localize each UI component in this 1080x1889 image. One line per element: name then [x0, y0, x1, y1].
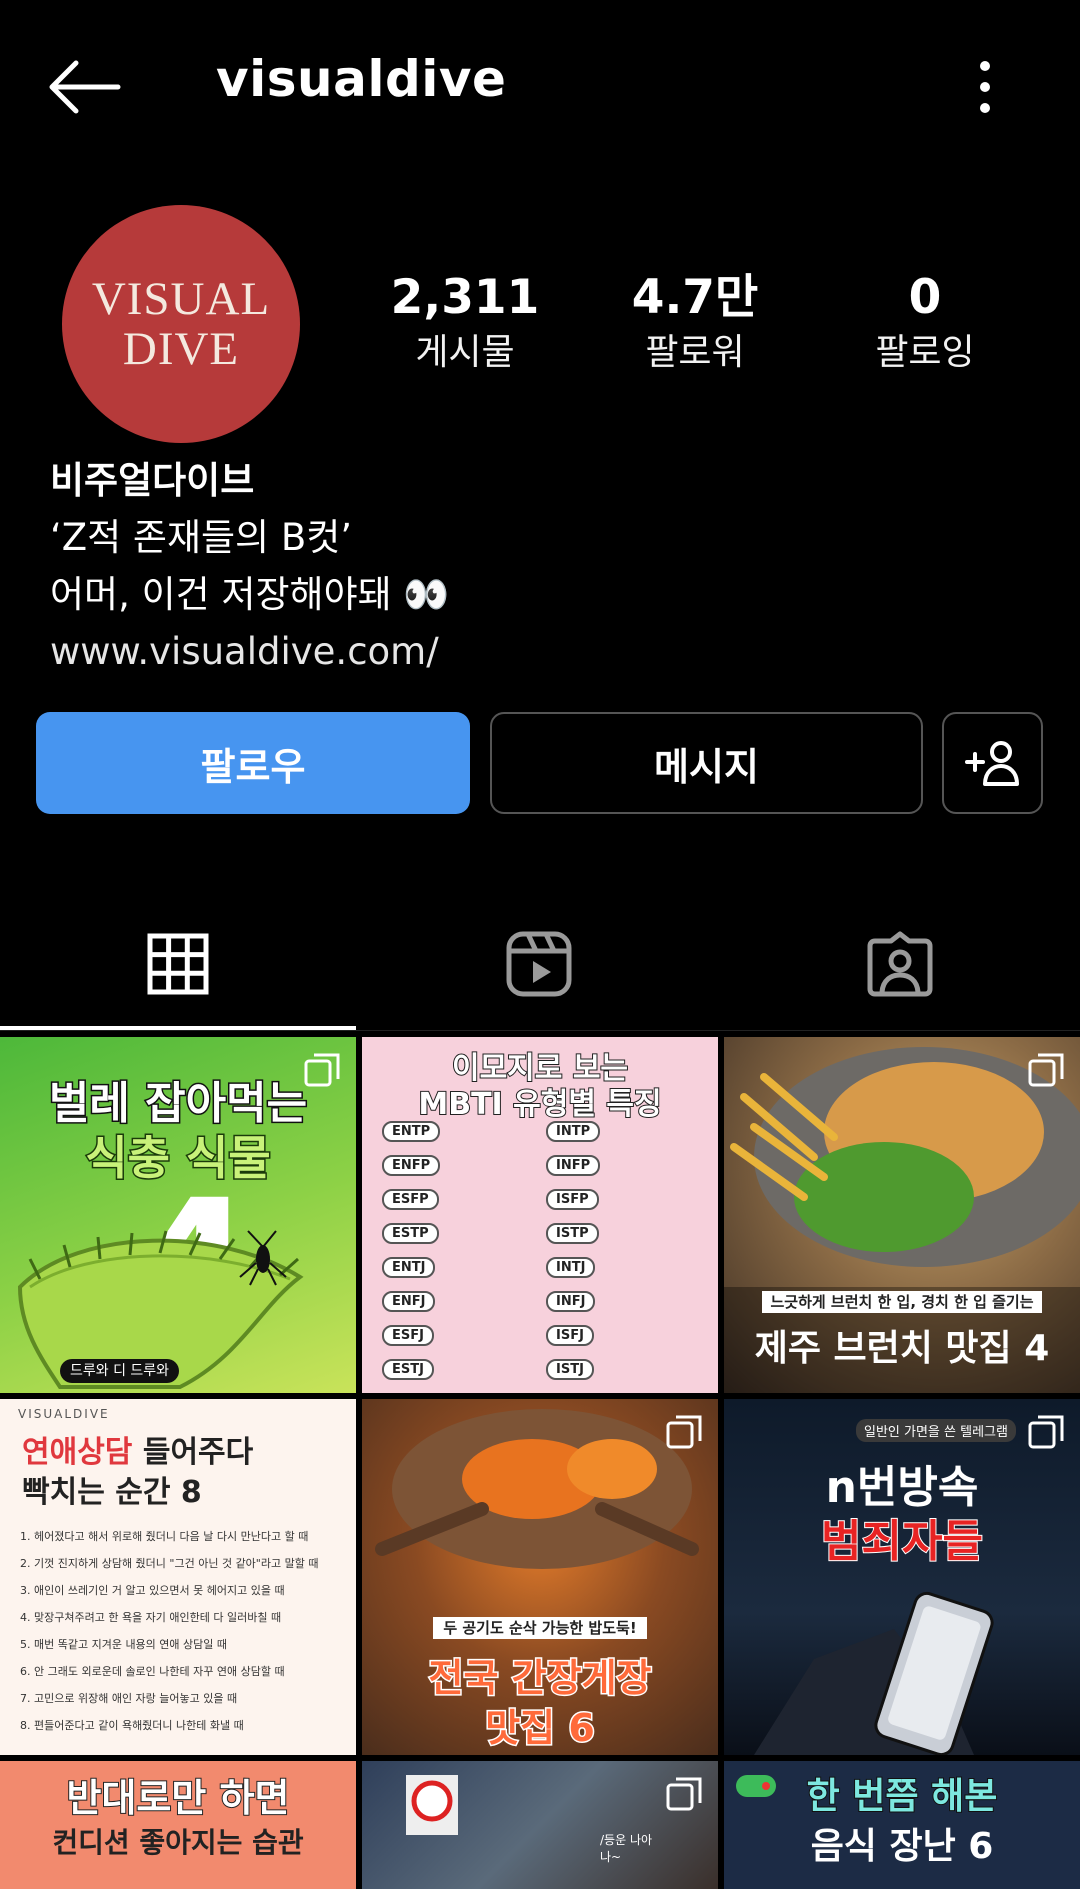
avatar-logo-line-2: DIVE	[122, 323, 240, 375]
post-tile-3[interactable]: 느긋하게 브런치 한 입, 경치 한 입 즐기는 제주 브런치 맛집 4	[724, 1037, 1080, 1393]
bio-line-1: ‘Z적 존재들의 B컷’	[50, 516, 353, 559]
post-1-tag: 드루와 디 드루와	[60, 1359, 180, 1383]
mbti-list-left: ENTP ENFP ESFP ESTP ENTJ ENFJ ESFJ ESTJ	[382, 1121, 542, 1393]
post-tile-9[interactable]: 한 번쯤 해본 음식 장난 6	[724, 1761, 1080, 1889]
list-item: 3. 애인이 쓰레기인 거 알고 있으면서 못 헤어지고 있을 때	[20, 1584, 285, 1597]
post-tile-2[interactable]: 이모지로 보는 MBTI 유형별 특징 ENTP ENFP ESFP ESTP …	[362, 1037, 718, 1393]
post-3-title: 제주 브런치 맛집 4	[754, 1328, 1050, 1369]
post-7-title-line-2: 컨디션 좋아지는 습관	[52, 1826, 304, 1859]
post-tile-1[interactable]: 벌레 잡아먹는 식충 식물 4 드루와 디 드루와	[0, 1037, 356, 1393]
tagged-person-icon	[867, 931, 933, 997]
post-tile-5[interactable]: 두 공기도 순삭 가능한 밥도둑! 전국 간장게장 맛집 6	[362, 1399, 718, 1755]
post-9-title-line-2: 음식 장난 6	[810, 1826, 994, 1867]
mbti-type: ENTP	[382, 1121, 542, 1155]
bio-display-name: 비주얼다이브	[50, 459, 255, 502]
bio-line-2: 어머, 이건 저장해야돼 👀	[50, 573, 450, 616]
mbti-type: ESTP	[382, 1223, 542, 1257]
mbti-type: ISTP	[546, 1223, 706, 1257]
post-5-subtitle: 두 공기도 순삭 가능한 밥도둑!	[362, 1617, 718, 1639]
mbti-type: ENFJ	[382, 1291, 542, 1325]
reels-icon	[506, 931, 572, 997]
followers-label: 팔로워	[645, 332, 745, 373]
post-5-title-line-2: 맛집 6	[484, 1705, 597, 1752]
mosquito-illustration	[239, 1230, 287, 1286]
post-5-title-line-1: 전국 간장게장	[427, 1655, 653, 1702]
avatar-logo-line-1: VISUAL	[91, 273, 271, 325]
post-4-title-line-2: 빡치는 순간 8	[22, 1475, 202, 1510]
profile-username: visualdive	[216, 50, 507, 108]
back-button[interactable]	[40, 52, 130, 122]
carousel-icon	[1028, 1053, 1064, 1087]
mbti-type: INTP	[546, 1121, 706, 1155]
mbti-type: INFJ	[546, 1291, 706, 1325]
post-3-subtitle: 느긋하게 브런치 한 입, 경치 한 입 즐기는	[724, 1291, 1080, 1313]
mbti-type: ENFP	[382, 1155, 542, 1189]
mbti-type: ISFJ	[546, 1325, 706, 1359]
list-item: 6. 안 그래도 외로운데 솔로인 나한테 자꾸 연애 상담할 때	[20, 1665, 285, 1678]
follow-button[interactable]: 팔로우	[36, 712, 470, 814]
stat-posts[interactable]: 2,311 게시물	[365, 268, 565, 378]
post-6-title-line-2: 범죄자들	[820, 1515, 984, 1568]
suggested-users-button[interactable]	[942, 712, 1043, 814]
more-options-button[interactable]	[960, 52, 1010, 122]
post-4-title-line-1: 연애상담 들어주다	[22, 1435, 254, 1470]
stat-followers[interactable]: 4.7만 팔로워	[595, 268, 795, 378]
top-bar: visualdive	[0, 0, 1080, 170]
post-tile-8[interactable]: /등운 나아 나~	[362, 1761, 718, 1889]
following-count: 0	[908, 270, 942, 325]
grid-icon	[147, 933, 209, 995]
post-6-subtitle: 일반인 가면을 쓴 텔레그램	[856, 1419, 1016, 1442]
more-vertical-icon	[980, 61, 990, 113]
post-tile-4[interactable]: VISUALDIVE 연애상담 들어주다 빡치는 순간 8 1. 헤어졌다고 해…	[0, 1399, 356, 1755]
carousel-icon	[666, 1777, 702, 1811]
post-4-brand: VISUALDIVE	[18, 1407, 110, 1421]
post-tile-7[interactable]: 반대로만 하면 컨디션 좋아지는 습관	[0, 1761, 356, 1889]
mbti-type: ENTJ	[382, 1257, 542, 1291]
tab-posts[interactable]	[0, 900, 356, 1028]
post-4-list: 1. 헤어졌다고 해서 위로해 줬더니 다음 날 다시 만난다고 할 때 2. …	[20, 1523, 340, 1739]
followers-count: 4.7만	[631, 270, 759, 325]
list-item: 5. 매번 똑같고 지겨운 내용의 연애 상담일 때	[20, 1638, 228, 1651]
stat-following[interactable]: 0 팔로잉	[825, 268, 1025, 378]
post-tile-6[interactable]: 일반인 가면을 쓴 텔레그램 n번방속 범죄자들	[724, 1399, 1080, 1755]
game-controller-icon	[736, 1775, 776, 1797]
mbti-type: INTJ	[546, 1257, 706, 1291]
posts-count: 2,311	[390, 270, 540, 325]
mbti-type: ESFJ	[382, 1325, 542, 1359]
profile-bio: 비주얼다이브 ‘Z적 존재들의 B컷’ 어머, 이건 저장해야돼 👀 www.v…	[50, 452, 449, 680]
carousel-icon	[304, 1053, 340, 1087]
tab-reels[interactable]	[361, 900, 717, 1028]
carousel-icon	[1028, 1415, 1064, 1449]
posts-label: 게시물	[415, 332, 515, 373]
post-8-caption: /등운 나아 나~	[600, 1833, 653, 1864]
tab-tagged[interactable]	[722, 900, 1078, 1028]
mbti-type: ESTJ	[382, 1359, 542, 1393]
post-2-title-line-2: MBTI 유형별 특징	[417, 1086, 662, 1123]
bio-website-link[interactable]: www.visualdive.com/	[50, 623, 449, 680]
list-item: 4. 맞장구쳐주려고 한 욕을 자기 애인한테 다 일러바칠 때	[20, 1611, 282, 1624]
tab-divider	[0, 1030, 1080, 1031]
carousel-icon	[666, 1415, 702, 1449]
traffic-sign-illustration	[406, 1775, 458, 1835]
venus-flytrap-illustration	[17, 1230, 304, 1389]
list-item: 1. 헤어졌다고 해서 위로해 줬더니 다음 날 다시 만난다고 할 때	[20, 1530, 309, 1543]
phone-hand-illustration	[754, 1591, 994, 1755]
following-label: 팔로잉	[875, 332, 975, 373]
list-item: 8. 편들어준다고 같이 욕해줬더니 나한테 화낼 때	[20, 1719, 244, 1732]
mbti-type: ISFP	[546, 1189, 706, 1223]
add-person-icon	[964, 741, 1019, 786]
mbti-type: ISTJ	[546, 1359, 706, 1393]
mbti-type: ESFP	[382, 1189, 542, 1223]
mbti-list-right: INTP INFP ISFP ISTP INTJ INFJ ISFJ ISTJ	[546, 1121, 706, 1393]
list-item: 2. 기껏 진지하게 상담해 줬더니 "그건 아닌 것 같아"라고 말할 때	[20, 1557, 319, 1570]
message-button[interactable]: 메시지	[490, 712, 923, 814]
post-7-title-line-1: 반대로만 하면	[66, 1775, 291, 1821]
back-arrow-icon	[49, 60, 121, 114]
mbti-type: INFP	[546, 1155, 706, 1189]
profile-avatar[interactable]: VISUAL DIVE	[62, 205, 300, 443]
list-item: 7. 고민으로 위장해 애인 자랑 늘어놓고 있을 때	[20, 1692, 238, 1705]
